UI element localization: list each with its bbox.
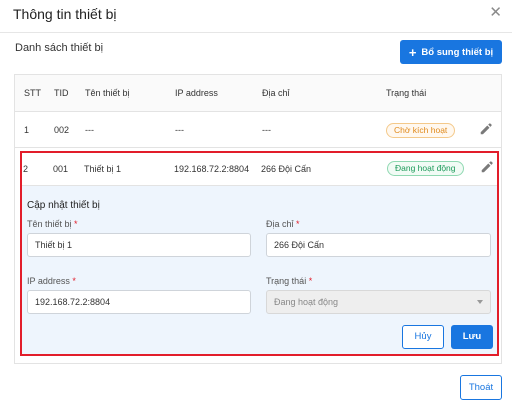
chevron-down-icon bbox=[477, 300, 483, 304]
cancel-button[interactable]: Hủy bbox=[402, 325, 444, 349]
status-select[interactable]: Đang hoạt động bbox=[266, 290, 491, 314]
row-name: Thiết bị 1 bbox=[84, 164, 122, 174]
device-info-dialog: Thông tin thiết bị ✕ Danh sách thiết bị … bbox=[0, 0, 512, 412]
row-ip: 192.168.72.2:8804 bbox=[174, 164, 250, 174]
device-list-heading: Danh sách thiết bị bbox=[15, 42, 104, 54]
add-device-button[interactable]: + Bổ sung thiết bị bbox=[400, 40, 502, 64]
row-tid: 002 bbox=[54, 125, 70, 135]
edit-form-title: Cập nhật thiết bị bbox=[27, 200, 100, 211]
dialog-header: Thông tin thiết bị ✕ bbox=[0, 0, 512, 33]
row-address: 266 Đội Cấn bbox=[261, 164, 312, 174]
column-header-status: Trạng thái bbox=[386, 88, 427, 98]
status-badge-active: Đang hoạt động bbox=[387, 161, 464, 176]
edit-pencil-icon[interactable] bbox=[480, 160, 494, 174]
save-button[interactable]: Lưu bbox=[451, 325, 493, 349]
column-header-tid: TID bbox=[54, 88, 69, 98]
dialog-title: Thông tin thiết bị bbox=[13, 6, 117, 22]
plus-icon: + bbox=[408, 44, 417, 60]
table-row-selected[interactable]: 2 001 Thiết bị 1 192.168.72.2:8804 266 Đ… bbox=[22, 153, 497, 186]
row-tid: 001 bbox=[53, 164, 69, 174]
status-badge-pending: Chờ kích hoạt bbox=[386, 123, 456, 138]
device-name-label: Tên thiết bị * bbox=[27, 219, 78, 229]
row-address: --- bbox=[262, 125, 271, 135]
row-ip: --- bbox=[175, 125, 184, 135]
status-select-value: Đang hoạt động bbox=[274, 297, 339, 307]
close-icon[interactable]: ✕ bbox=[489, 4, 502, 22]
row-stt: 1 bbox=[24, 125, 30, 135]
add-device-label: Bổ sung thiết bị bbox=[421, 46, 494, 58]
row-name: --- bbox=[85, 125, 94, 135]
ip-address-label: IP address * bbox=[27, 276, 76, 286]
status-label: Trạng thái * bbox=[266, 276, 313, 286]
column-header-ip: IP address bbox=[175, 88, 218, 98]
table-header: STT TID Tên thiết bị IP address Địa chỉ … bbox=[15, 75, 501, 112]
column-header-address: Địa chỉ bbox=[262, 88, 290, 98]
column-header-stt: STT bbox=[24, 88, 41, 98]
device-edit-panel: 2 001 Thiết bị 1 192.168.72.2:8804 266 Đ… bbox=[20, 151, 499, 356]
column-header-name: Tên thiết bị bbox=[85, 88, 130, 98]
table-row[interactable]: 1 002 --- --- --- Chờ kích hoạt bbox=[15, 112, 501, 148]
address-input[interactable]: 266 Đội Cấn bbox=[266, 233, 491, 257]
exit-button[interactable]: Thoát bbox=[460, 375, 502, 400]
edit-pencil-icon[interactable] bbox=[479, 122, 493, 136]
device-name-input[interactable]: Thiết bị 1 bbox=[27, 233, 251, 257]
ip-address-input[interactable]: 192.168.72.2:8804 bbox=[27, 290, 251, 314]
address-label: Địa chỉ * bbox=[266, 219, 300, 229]
row-stt: 2 bbox=[23, 164, 29, 174]
